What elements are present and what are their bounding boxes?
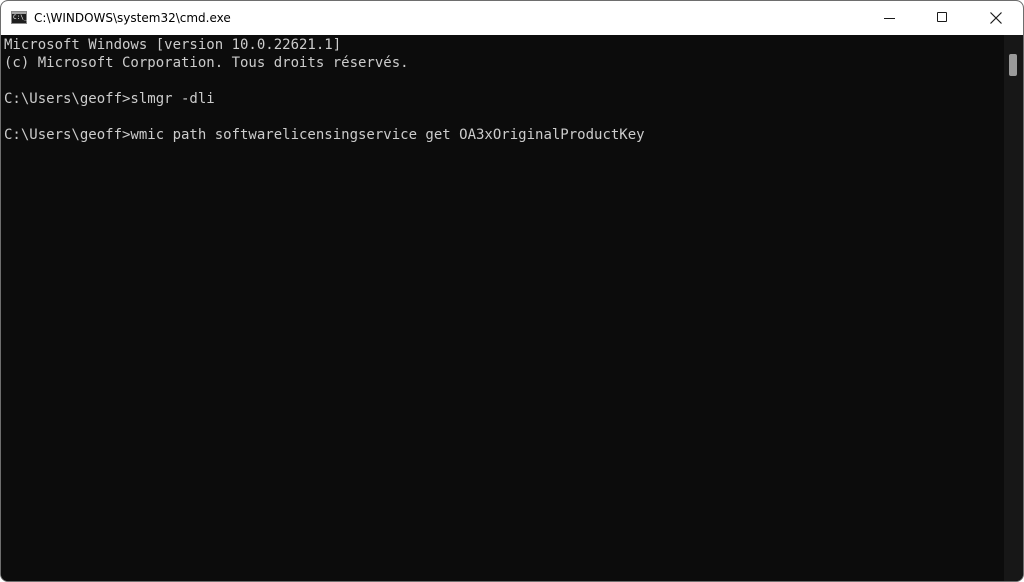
cmd-icon[interactable]: C:\_ [11, 11, 27, 24]
console-line: Microsoft Windows [version 10.0.22621.1] [4, 37, 342, 53]
console-text[interactable]: Microsoft Windows [version 10.0.22621.1]… [4, 36, 645, 144]
maximize-button[interactable] [919, 1, 965, 35]
console-output[interactable]: Microsoft Windows [version 10.0.22621.1]… [1, 35, 1003, 581]
scrollbar-thumb[interactable] [1009, 54, 1017, 76]
console-line: C:\Users\geoff>slmgr -dli [4, 91, 215, 107]
console-line: (c) Microsoft Corporation. Tous droits r… [4, 55, 409, 71]
cmd-icon-glyph: C:\_ [13, 14, 28, 21]
maximize-icon [937, 12, 947, 22]
title-bar[interactable]: C:\_ C:\WINDOWS\system32\cmd.exe [1, 1, 1023, 35]
window-title: C:\WINDOWS\system32\cmd.exe [34, 11, 231, 25]
minimize-icon [884, 18, 895, 19]
console-line: C:\Users\geoff>wmic path softwarelicensi… [4, 127, 645, 143]
close-icon [990, 12, 1002, 24]
close-button[interactable] [973, 1, 1019, 35]
minimize-button[interactable] [867, 1, 913, 35]
vertical-scrollbar[interactable] [1004, 35, 1023, 581]
cmd-window: C:\_ C:\WINDOWS\system32\cmd.exe Microso… [0, 0, 1024, 582]
